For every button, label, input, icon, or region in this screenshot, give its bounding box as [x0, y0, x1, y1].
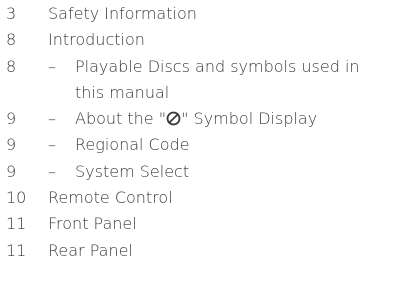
toc-row-front-panel[interactable]: 11 Front Panel — [0, 211, 418, 237]
toc-entry-title: Introduction — [48, 30, 145, 50]
toc-entry-title: – System Select — [48, 159, 189, 185]
toc-row-playable-discs[interactable]: 8 – Playable Discs and symbols used in — [0, 54, 418, 80]
toc-entry-text-before: About the " — [75, 109, 167, 129]
toc-row-safety-information[interactable]: 3 Safety Information — [0, 1, 418, 27]
toc-entry-text-after: " Symbol Display — [181, 109, 318, 129]
toc-row-system-select[interactable]: 9 – System Select — [0, 159, 418, 185]
toc-entry-title: – About the " " Symbol Display — [48, 106, 317, 132]
toc-entry-text: Regional Code — [75, 135, 190, 155]
page-number: 10 — [6, 188, 27, 208]
toc-row-introduction[interactable]: 8 Introduction — [0, 27, 418, 53]
page-number: 11 — [6, 240, 27, 260]
toc-row-remote-control[interactable]: 10 Remote Control — [0, 185, 418, 211]
sub-item-dash: – — [48, 161, 56, 181]
toc-entry-text: Playable Discs and symbols used in — [75, 56, 360, 76]
table-of-contents: 3 Safety Information 8 Introduction 8 – P… — [0, 1, 418, 264]
toc-entry-title: Front Panel — [48, 214, 137, 234]
page-number: 3 — [6, 4, 17, 23]
page-number: 9 — [6, 135, 17, 155]
toc-entry-title: Rear Panel — [48, 240, 133, 260]
prohibited-symbol-icon — [166, 111, 181, 126]
page-number: 8 — [6, 30, 17, 50]
page-number: 8 — [6, 56, 17, 76]
sub-item-dash: – — [48, 109, 56, 129]
toc-row-rear-panel[interactable]: 11 Rear Panel — [0, 238, 418, 264]
toc-entry-text: System Select — [75, 161, 190, 181]
sub-item-dash: – — [48, 56, 56, 76]
toc-entry-continuation: this manual — [75, 82, 170, 102]
toc-row-playable-discs-continuation[interactable]: this manual — [0, 80, 418, 106]
toc-entry-title: – Playable Discs and symbols used in — [48, 54, 360, 80]
page-number: 9 — [6, 161, 17, 181]
sub-item-dash: – — [48, 135, 56, 155]
page-number: 11 — [6, 214, 27, 234]
toc-row-symbol-display[interactable]: 9 – About the " " Symbol Display — [0, 106, 418, 132]
toc-entry-title: Remote Control — [48, 188, 173, 208]
toc-row-regional-code[interactable]: 9 – Regional Code — [0, 132, 418, 158]
toc-entry-title: Safety Information — [48, 4, 197, 23]
page-number: 9 — [6, 109, 17, 129]
toc-entry-title: – Regional Code — [48, 132, 190, 158]
